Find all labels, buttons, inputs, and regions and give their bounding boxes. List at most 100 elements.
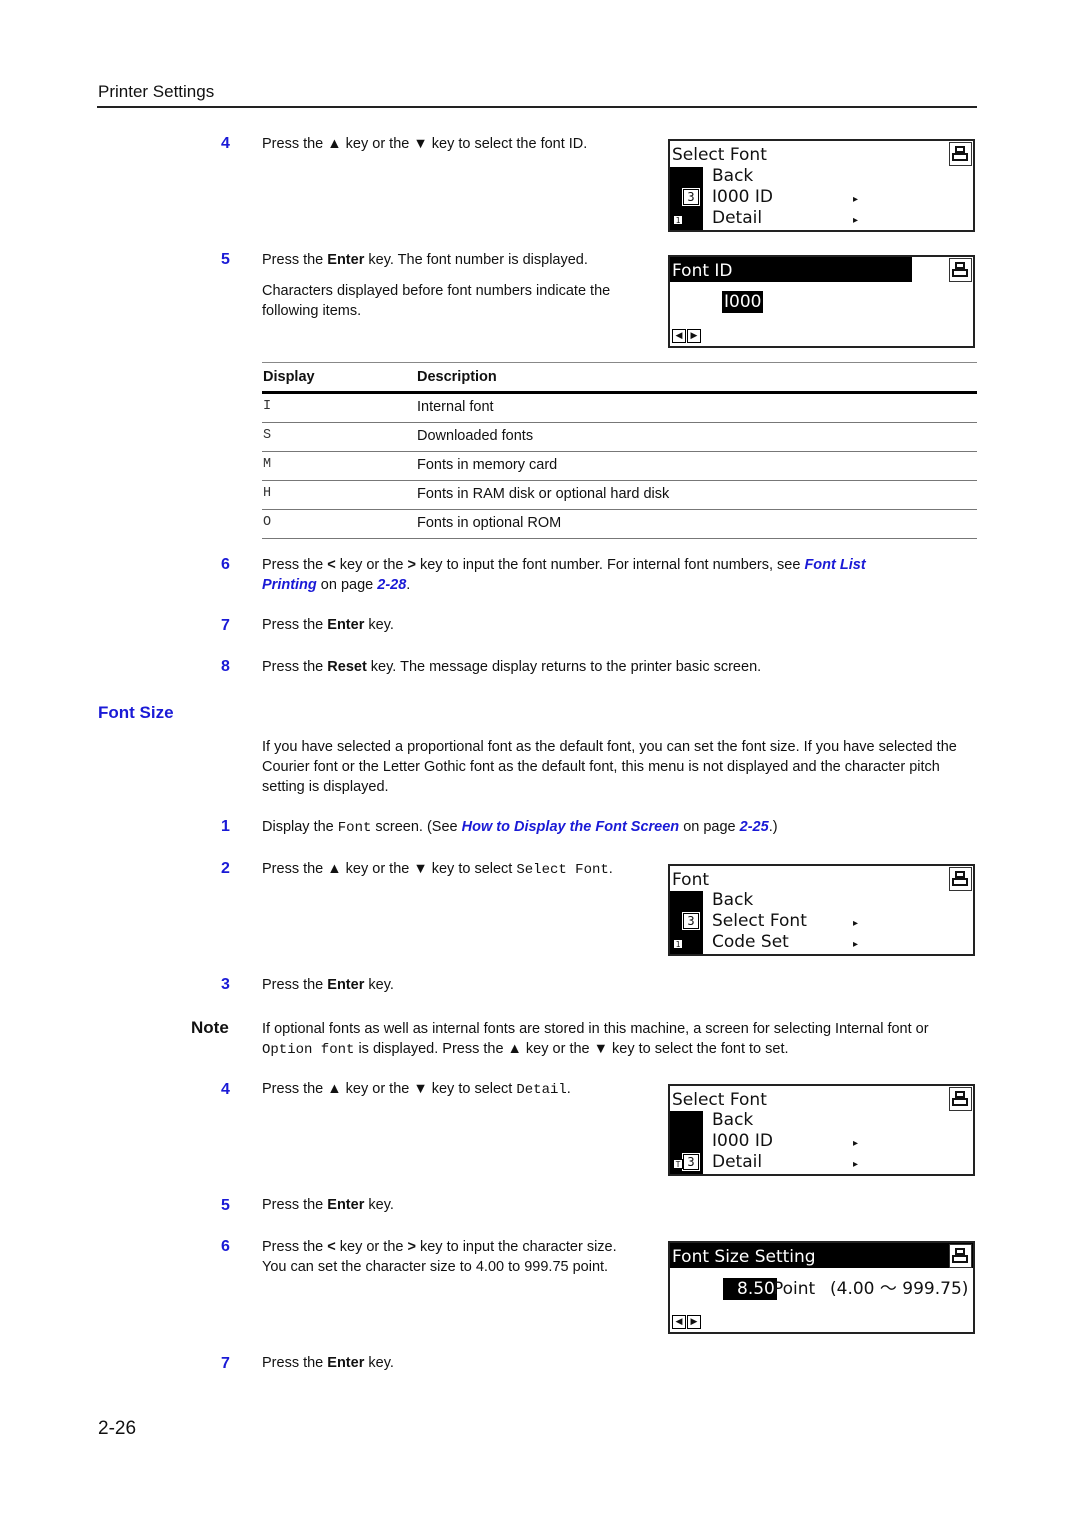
lcd-menu-item: Back <box>712 166 754 186</box>
page-reference-link[interactable]: 2-25 <box>740 819 769 835</box>
up-key-icon: ▲ <box>327 136 342 152</box>
page-index-icon: T <box>673 1159 683 1169</box>
printer-icon <box>949 1244 972 1268</box>
submenu-arrow-icon: ▸ <box>853 1138 859 1149</box>
menu-item-name: Detail <box>516 1082 567 1098</box>
text: . <box>406 577 411 593</box>
enter-key-label: Enter <box>327 1355 365 1371</box>
lcd-font-id-screen: Font ID I000 ◀ ▶ <box>668 255 975 348</box>
cell-description: Internal font <box>417 399 494 415</box>
lcd-menu-item: Detail <box>712 1152 763 1172</box>
step-number: 8 <box>221 658 230 675</box>
text: Press the <box>262 252 328 268</box>
table-header: Display Description <box>262 363 977 391</box>
lcd-menu-item: I000 ID <box>712 1131 773 1151</box>
text: Press the ▲ key or the ▼ key to select <box>262 861 517 877</box>
text: key or the <box>341 136 414 152</box>
step-number: 4 <box>221 135 230 152</box>
lcd-title: Select Font <box>672 1090 767 1110</box>
text: Press the <box>262 659 328 675</box>
step-number: 5 <box>221 251 230 268</box>
text: on page <box>679 819 740 835</box>
cell-display: I <box>263 399 272 414</box>
text: key. <box>364 1355 394 1371</box>
lcd-menu-item: Detail <box>712 208 763 228</box>
text: key. <box>364 1197 394 1213</box>
cell-description: Fonts in RAM disk or optional hard disk <box>417 486 670 502</box>
section-title-font-size: Font Size <box>98 703 174 722</box>
text: . <box>608 861 613 877</box>
column-header-description: Description <box>417 369 497 385</box>
step-text: Press the Enter key. <box>262 615 394 635</box>
text: key. The font number is displayed. <box>364 252 588 268</box>
link-text[interactable]: Printing <box>262 577 317 593</box>
step-text: Press the < key or the > key to input th… <box>262 555 962 595</box>
printer-icon <box>949 142 972 166</box>
page-count-icon: 3 <box>682 912 700 930</box>
cell-display: M <box>263 457 272 472</box>
printer-icon <box>949 1087 972 1111</box>
table-row: I Internal font <box>262 394 977 423</box>
left-key-label: < <box>327 1239 336 1255</box>
right-arrow-icon: ▶ <box>687 329 701 343</box>
cell-description: Downloaded fonts <box>417 428 534 444</box>
text: screen. (See <box>371 819 462 835</box>
left-right-keys: ◀ ▶ <box>672 1315 701 1329</box>
lcd-menu-item: Back <box>712 890 754 910</box>
step-number: 7 <box>221 1355 230 1372</box>
column-header-display: Display <box>263 369 315 385</box>
lcd-title: Font <box>672 870 710 890</box>
lcd-select-font-screen: Select Font 3 1 Back I000 ID ▸ Detail ▸ <box>668 139 975 232</box>
text: Press the ▲ key or the ▼ key to select <box>262 1081 517 1097</box>
lcd-title: Font ID <box>672 261 733 281</box>
cell-display: S <box>263 428 272 443</box>
font-prefix-table: Display Description I Internal font S Down… <box>262 362 977 539</box>
cell-description: Fonts in memory card <box>417 457 558 473</box>
lcd-title: Font Size Setting <box>672 1247 816 1267</box>
lcd-title: Select Font <box>672 145 767 165</box>
submenu-arrow-icon: ▸ <box>853 194 859 205</box>
page-index-icon: 1 <box>673 215 683 225</box>
step-text: Press the Enter key. <box>262 975 394 995</box>
text: key to input the font number. For intern… <box>415 557 805 573</box>
option-name: Option font <box>262 1042 355 1058</box>
printer-icon <box>949 867 972 891</box>
font-size-range: (4.00 ～ 999.75) <box>830 1279 969 1299</box>
text: is displayed. Press the ▲ key or the ▼ k… <box>354 1041 789 1057</box>
left-arrow-icon: ◀ <box>672 329 686 343</box>
text: key. The message display returns to the … <box>366 659 762 675</box>
page-reference-link[interactable]: 2-28 <box>377 577 406 593</box>
text: key to input the character size. <box>415 1239 617 1255</box>
lcd-select-font-detail-screen: Select Font 3 T Back I000 ID ▸ Detail ▸ <box>668 1084 975 1176</box>
step-subtext: Characters displayed before font numbers… <box>262 283 611 319</box>
text: Display the <box>262 819 338 835</box>
font-id-value: I000 <box>722 291 764 313</box>
step-text: Display the Font screen. (See How to Dis… <box>262 817 778 838</box>
lcd-menu-item: Code Set <box>712 932 789 952</box>
lcd-font-screen: Font 3 1 Back Select Font ▸ Code Set ▸ <box>668 864 975 956</box>
text: key. <box>364 617 394 633</box>
page-index-icon: 1 <box>673 939 683 949</box>
how-to-display-font-screen-link[interactable]: How to Display the Font Screen <box>462 819 680 835</box>
text: Press the <box>262 977 328 993</box>
link-text[interactable]: Font List <box>804 557 865 573</box>
submenu-arrow-icon: ▸ <box>853 918 859 929</box>
step-number: 3 <box>221 976 230 993</box>
printer-icon <box>949 258 972 282</box>
step-text: Press the Reset key. The message display… <box>262 657 761 677</box>
page-number: 2-26 <box>98 1418 137 1439</box>
step-number: 2 <box>221 860 230 877</box>
step-text: Press the ▲ key or the ▼ key to select t… <box>262 134 587 154</box>
left-right-keys: ◀ ▶ <box>672 329 701 343</box>
step-number: 7 <box>221 617 230 634</box>
text: You can set the character size to 4.00 t… <box>262 1259 609 1275</box>
text: Press the <box>262 617 328 633</box>
text: key or the <box>335 557 408 573</box>
lcd-menu-item: I000 ID <box>712 187 773 207</box>
submenu-arrow-icon: ▸ <box>853 215 859 226</box>
submenu-arrow-icon: ▸ <box>853 1159 859 1170</box>
text: key. <box>364 977 394 993</box>
enter-key-label: Enter <box>327 977 365 993</box>
lcd-menu-item: Back <box>712 1110 754 1130</box>
text: Press the <box>262 136 328 152</box>
